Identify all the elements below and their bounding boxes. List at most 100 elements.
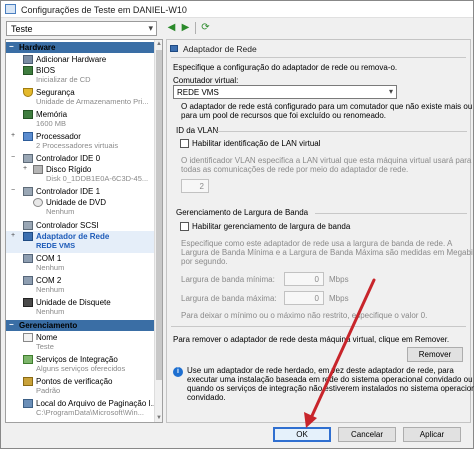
- bios-chip-icon: [23, 66, 33, 75]
- paging-file-icon: [23, 399, 33, 408]
- processor-icon: [23, 132, 33, 141]
- sidebar-item-ide1[interactable]: − Controlador IDE 1: [6, 186, 154, 197]
- bandwidth-checkbox-label[interactable]: Habilitar gerenciamento de largura de ba…: [192, 222, 350, 231]
- vm-toolbar: Teste ▾ ◀ ▶ ⟳: [1, 18, 473, 38]
- dvd-icon: [33, 198, 43, 207]
- sidebar-item-paging-file[interactable]: Local do Arquivo de Paginação I... C:\Pr…: [6, 398, 157, 420]
- sidebar-item-bios[interactable]: BIOS Inicializar de CD: [6, 65, 154, 87]
- sidebar-scrollbar[interactable]: ▲ ▼: [154, 40, 162, 422]
- bw-max-unit: Mbps: [329, 294, 349, 303]
- intro-text: Especifique a configuração do adaptador …: [173, 63, 398, 72]
- apply-button[interactable]: Aplicar: [403, 427, 461, 442]
- bw-max-field[interactable]: 0: [284, 291, 324, 305]
- sidebar-item-floppy[interactable]: Unidade de Disquete Nenhum: [6, 297, 154, 319]
- virtual-switch-select[interactable]: REDE VMS ▾: [173, 85, 397, 99]
- divider: [217, 131, 467, 132]
- management-section-header[interactable]: − Gerenciamento: [6, 320, 154, 331]
- ide-controller-icon: [23, 187, 33, 196]
- info-line3: quando os serviços de integração não est…: [187, 384, 474, 393]
- hard-disk-icon: [33, 165, 43, 174]
- play-right-icon[interactable]: ▶: [179, 21, 192, 35]
- sidebar-item-add-hardware[interactable]: Adicionar Hardware: [6, 54, 154, 65]
- toolbar-divider: [195, 22, 196, 34]
- bw-desc-line1: Especifique como este adaptador de rede …: [181, 239, 453, 248]
- hardware-section-header[interactable]: − Hardware: [6, 42, 154, 53]
- switch-note-line1: O adaptador de rede está configurado par…: [181, 102, 473, 111]
- sidebar-item-integration-services[interactable]: Serviços de Integração Alguns serviços o…: [6, 354, 154, 376]
- play-left-icon[interactable]: ◀: [165, 21, 178, 35]
- scsi-controller-icon: [23, 221, 33, 230]
- settings-window: Configurações de Teste em DANIEL-W10 Tes…: [0, 0, 474, 449]
- bw-min-unit: Mbps: [329, 275, 349, 284]
- expand-icon[interactable]: +: [23, 165, 27, 172]
- sidebar-item-network-adapter[interactable]: + Adaptador de Rede REDE VMS: [6, 231, 154, 253]
- bw-note: Para deixar o mínimo ou o máximo não res…: [181, 311, 428, 320]
- panel-title: Adaptador de Rede: [183, 44, 257, 54]
- ok-button[interactable]: OK: [273, 427, 331, 442]
- scrollbar-thumb[interactable]: [156, 50, 162, 380]
- info-line4: convidado.: [187, 393, 226, 402]
- title-bar: Configurações de Teste em DANIEL-W10: [1, 1, 473, 18]
- settings-tree: − Hardware Adicionar Hardware BIOS Inici…: [5, 39, 163, 423]
- ide-controller-icon: [23, 154, 33, 163]
- cancel-button[interactable]: Cancelar: [338, 427, 396, 442]
- shield-icon: [23, 88, 33, 97]
- remove-button[interactable]: Remover: [407, 347, 463, 362]
- collapse-icon: −: [9, 320, 14, 329]
- remove-text: Para remover o adaptador de rede desta m…: [173, 335, 450, 344]
- bandwidth-checkbox[interactable]: [180, 222, 189, 231]
- vlan-desc-line1: O identificador VLAN especifica a LAN vi…: [181, 156, 472, 165]
- switch-note-line2: para um pool de recursos que foi excluíd…: [181, 111, 387, 120]
- vlan-desc-line2: todas as comunicações de rede por meio d…: [181, 165, 409, 174]
- collapse-icon[interactable]: −: [11, 154, 15, 161]
- vm-selector-value: Teste: [11, 24, 33, 34]
- vlan-checkbox-label[interactable]: Habilitar identificação de LAN virtual: [192, 139, 321, 148]
- expand-icon[interactable]: +: [11, 232, 15, 239]
- virtual-switch-label: Comutador virtual:: [173, 76, 239, 85]
- bw-max-label: Largura de banda máxima:: [181, 294, 277, 303]
- hyperv-settings-icon: [5, 4, 16, 14]
- sidebar-item-ide0[interactable]: − Controlador IDE 0: [6, 153, 154, 164]
- sidebar-item-com2[interactable]: COM 2 Nenhum: [6, 275, 154, 297]
- divider: [315, 213, 467, 214]
- vlan-group-title: ID da VLAN: [176, 126, 219, 135]
- bw-min-label: Largura de banda mínima:: [181, 275, 275, 284]
- dialog-buttons: OK Cancelar Aplicar: [1, 424, 473, 448]
- vm-selector[interactable]: Teste ▾: [6, 21, 157, 36]
- collapse-icon: −: [9, 42, 14, 51]
- chevron-down-icon: ▾: [148, 23, 153, 33]
- network-adapter-icon: [170, 45, 178, 52]
- scroll-up-icon[interactable]: ▲: [156, 41, 162, 47]
- sidebar-item-processor[interactable]: + Processador 2 Processadores virtuais: [6, 131, 154, 153]
- vlan-id-field[interactable]: 2: [181, 179, 209, 193]
- sidebar-item-scsi[interactable]: Controlador SCSI: [6, 220, 154, 231]
- integration-services-icon: [23, 355, 33, 364]
- vlan-checkbox[interactable]: [180, 139, 189, 148]
- refresh-icon[interactable]: ⟳: [199, 21, 212, 35]
- info-line1: Use um adaptador de rede herdado, em vez…: [187, 366, 454, 375]
- add-hardware-icon: [23, 55, 33, 64]
- sidebar-item-com1[interactable]: COM 1 Nenhum: [6, 253, 154, 275]
- collapse-icon[interactable]: −: [11, 187, 15, 194]
- bw-desc-line3: por segundo.: [181, 257, 228, 266]
- sidebar-item-dvd[interactable]: Unidade de DVD Nenhum: [6, 197, 154, 219]
- sidebar-item-hard-disk[interactable]: + Disco Rígido Disk 0_1DDB1E0A-6C3D-45..…: [6, 164, 154, 186]
- bw-min-field[interactable]: 0: [284, 272, 324, 286]
- scroll-down-icon[interactable]: ▼: [156, 415, 162, 421]
- com-port-icon: [23, 254, 33, 263]
- window-title: Configurações de Teste em DANIEL-W10: [21, 5, 187, 15]
- network-adapter-icon: [23, 232, 33, 241]
- network-adapter-panel: Adaptador de Rede Especifique a configur…: [166, 39, 474, 423]
- expand-icon[interactable]: +: [11, 132, 15, 139]
- name-icon: [23, 333, 33, 342]
- bw-desc-line2: Largura de Banda Mínima e a Largura de B…: [181, 248, 474, 257]
- com-port-icon: [23, 276, 33, 285]
- chevron-down-icon: ▾: [388, 87, 393, 96]
- sidebar-item-memory[interactable]: Memória 1600 MB: [6, 109, 154, 131]
- divider: [171, 57, 466, 58]
- bandwidth-group-title: Gerenciamento de Largura de Banda: [176, 208, 309, 217]
- checkpoint-icon: [23, 377, 33, 386]
- sidebar-item-checkpoints[interactable]: Pontos de verificação Padrão: [6, 376, 154, 398]
- sidebar-item-name[interactable]: Nome Teste: [6, 332, 154, 354]
- sidebar-item-security[interactable]: Segurança Unidade de Armazenamento Pri..…: [6, 87, 154, 109]
